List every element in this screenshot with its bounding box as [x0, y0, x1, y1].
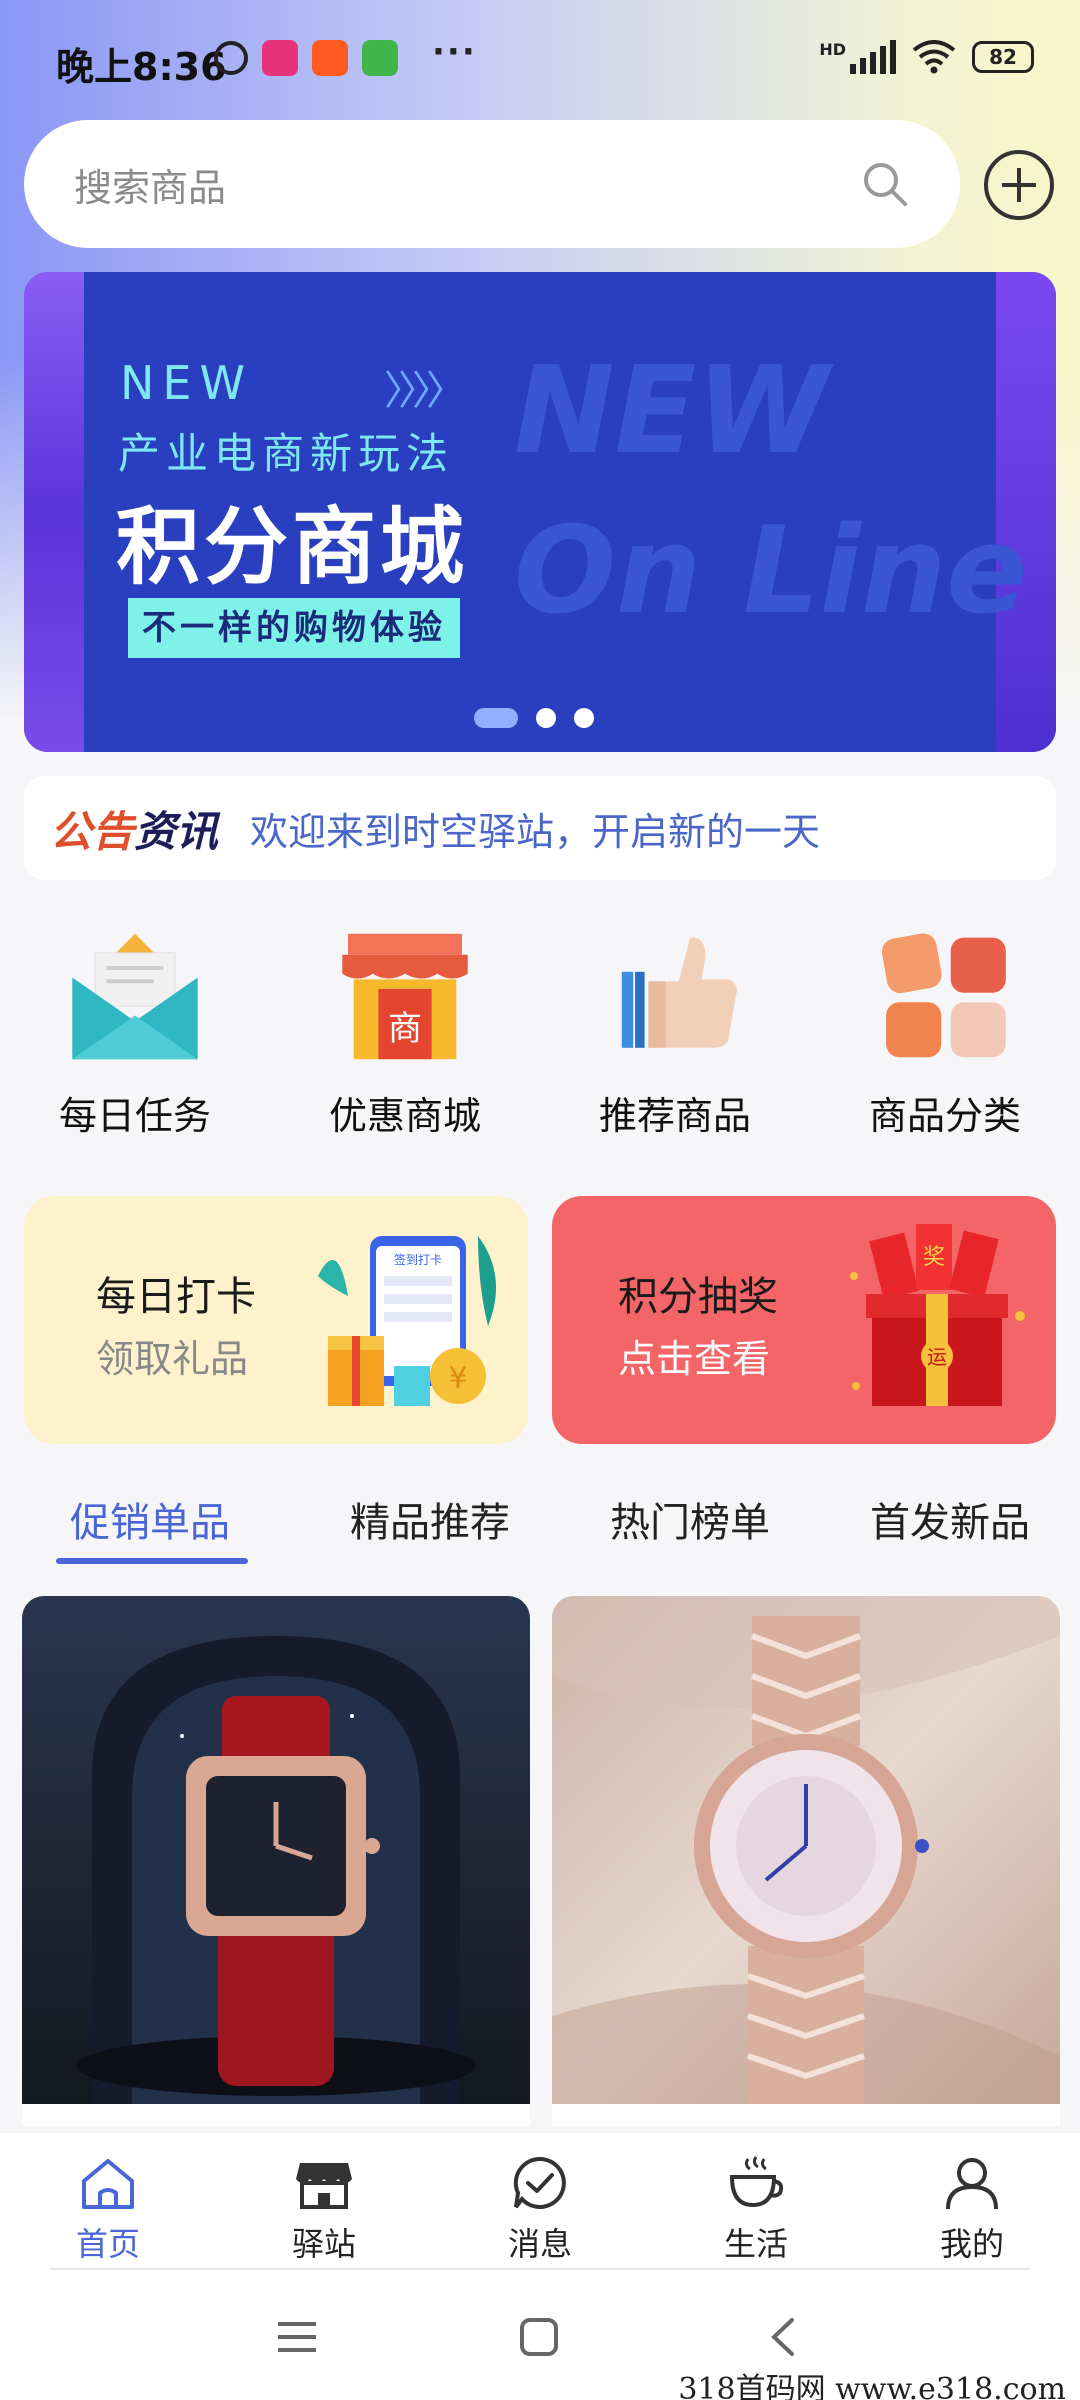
svg-text:¥: ¥ — [448, 1361, 467, 1396]
quick-link-daily-tasks[interactable]: 每日任务 — [0, 930, 270, 1140]
store-icon — [296, 2163, 352, 2209]
download-notification-icon — [362, 40, 398, 76]
home-icon — [82, 2159, 134, 2209]
nav-label: 首页 — [75, 2225, 140, 2263]
coffee-cup-icon — [729, 2156, 784, 2208]
tab-hot-list[interactable]: 热门榜单 — [560, 1490, 820, 1580]
card-title: 积分抽奖 — [618, 1274, 778, 1320]
announcement-tag-1: 公告 — [50, 806, 135, 856]
nav-label: 我的 — [939, 2225, 1004, 2263]
status-time: 晚上8:36 — [56, 45, 227, 89]
quick-links-grid: 每日任务 商 优惠商城 推荐商品 商品分类 — [0, 930, 1080, 1140]
nav-item-life[interactable]: 生活 — [648, 2133, 864, 2270]
bottom-navigation: 首页 驿站 消息 生活 我的 — [0, 2132, 1080, 2270]
shop-icon: 商 — [342, 933, 468, 1060]
product-card[interactable] — [22, 1596, 530, 2126]
lottery-gift-box-illustration: 奖 运 — [850, 1224, 1025, 1406]
site-watermark: 318首码网 www.e318.com — [678, 2372, 1066, 2400]
banner-subtitle: 产业电商新玩法 — [118, 429, 455, 478]
add-icon[interactable] — [982, 148, 1056, 222]
banner-tagline: 不一样的购物体验 — [128, 598, 460, 658]
quick-link-label: 商品分类 — [868, 1094, 1021, 1138]
home-button-icon[interactable] — [514, 2312, 564, 2362]
category-grid-icon — [881, 933, 1006, 1058]
product-image-square-watch[interactable] — [22, 1596, 530, 2104]
promo-banner-carousel[interactable]: NEW On Line NEW 〉〉〉〉 产业电商新玩法 积分商城 不一样的购物… — [24, 272, 1056, 752]
search-placeholder: 搜索商品 — [74, 165, 227, 210]
svg-text:商: 商 — [388, 1009, 422, 1049]
quick-link-recommended[interactable]: 推荐商品 — [540, 930, 810, 1140]
card-subtitle: 点击查看 — [618, 1337, 771, 1381]
nav-label: 消息 — [507, 2225, 572, 2263]
product-card[interactable] — [552, 1596, 1060, 2126]
status-bar: 晚上8:36 ··· HD 82 — [0, 0, 1080, 120]
menu-icon[interactable] — [272, 2312, 322, 2362]
hd-label: HD — [819, 40, 846, 59]
announcement-text: 欢迎来到时空驿站，开启新的一天 — [250, 809, 821, 854]
nav-item-messages[interactable]: 消息 — [432, 2133, 648, 2270]
daily-checkin-card[interactable]: 每日打卡 领取礼品 签到打卡 ¥ — [24, 1196, 528, 1444]
user-icon — [946, 2158, 998, 2210]
card-subtitle: 领取礼品 — [96, 1337, 249, 1381]
app-notification-icon — [262, 40, 298, 76]
banner-title: 积分商城 — [116, 498, 469, 596]
envelope-icon — [72, 933, 198, 1060]
nav-label: 生活 — [723, 2225, 788, 2263]
more-notifications-icon: ··· — [432, 32, 477, 72]
search-input[interactable]: 搜索商品 — [24, 120, 960, 248]
points-lottery-card[interactable]: 积分抽奖 点击查看 奖 运 — [552, 1196, 1056, 1444]
alarm-icon — [214, 41, 248, 75]
lottery-art-text: 运 — [927, 1345, 947, 1369]
nav-item-profile[interactable]: 我的 — [864, 2133, 1080, 2270]
quick-link-label: 每日任务 — [58, 1094, 211, 1138]
battery-icon: 82 — [972, 41, 1034, 73]
search-icon[interactable] — [860, 159, 910, 209]
carousel-dot-active[interactable] — [474, 708, 518, 728]
nav-label: 驿站 — [291, 2225, 356, 2263]
signal-icon — [850, 40, 896, 74]
announcement-bar[interactable]: 公告 资讯 欢迎来到时空驿站，开启新的一天 — [24, 776, 1056, 880]
wifi-icon — [912, 40, 956, 74]
card-title: 每日打卡 — [96, 1274, 256, 1320]
thumbs-up-icon — [621, 937, 737, 1048]
message-check-icon — [513, 2156, 566, 2209]
banner-background-text: On Line — [514, 502, 1028, 641]
quick-link-discount-mall[interactable]: 商 优惠商城 — [270, 930, 540, 1140]
product-image-diamond-watch[interactable] — [552, 1596, 1060, 2104]
taobao-notification-icon — [312, 40, 348, 76]
quick-link-label: 优惠商城 — [328, 1094, 481, 1138]
back-icon[interactable] — [760, 2312, 810, 2362]
notification-icons — [214, 40, 398, 76]
checkin-phone-gift-illustration: 签到打卡 ¥ — [318, 1236, 496, 1406]
product-category-tabs: 促销单品 精品推荐 热门榜单 首发新品 — [0, 1490, 1080, 1580]
banner-new-label: NEW — [120, 356, 253, 410]
tab-featured[interactable]: 精品推荐 — [300, 1490, 560, 1580]
status-right-icons: HD 82 — [819, 40, 1034, 74]
carousel-indicator — [474, 708, 594, 728]
banner-background-text: NEW — [514, 342, 829, 481]
carousel-dot[interactable] — [574, 708, 594, 728]
quick-link-categories[interactable]: 商品分类 — [810, 930, 1080, 1140]
lottery-art-text: 奖 — [923, 1245, 945, 1270]
banner-arrows-decoration: 〉〉〉〉 — [384, 368, 466, 414]
quick-link-label: 推荐商品 — [598, 1094, 751, 1138]
tab-new-releases[interactable]: 首发新品 — [820, 1490, 1080, 1580]
nav-item-station[interactable]: 驿站 — [216, 2133, 432, 2270]
carousel-dot[interactable] — [536, 708, 556, 728]
nav-item-home[interactable]: 首页 — [0, 2133, 216, 2270]
announcement-tag-2: 资讯 — [134, 806, 219, 856]
banner-decoration-left — [24, 272, 88, 752]
tab-promotions[interactable]: 促销单品 — [0, 1490, 300, 1580]
checkin-art-text: 签到打卡 — [394, 1252, 442, 1267]
